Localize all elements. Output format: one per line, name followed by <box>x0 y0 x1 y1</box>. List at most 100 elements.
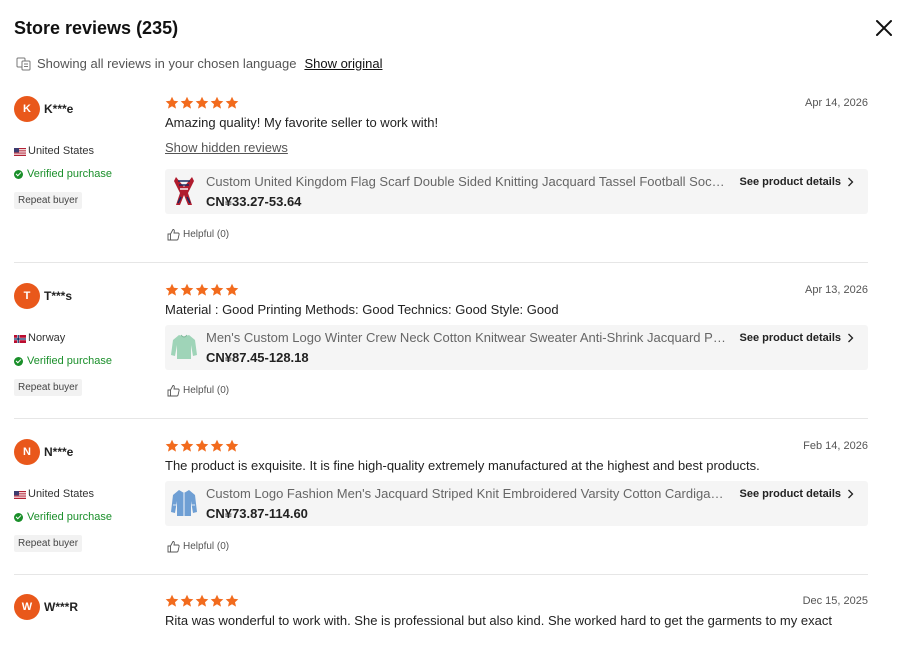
show-original-link[interactable]: Show original <box>304 56 382 71</box>
see-product-details-link[interactable]: See product details <box>740 488 854 500</box>
product-card[interactable]: Custom Logo Fashion Men's Jacquard Strip… <box>165 481 868 526</box>
helpful-button[interactable]: Helpful (0) <box>167 228 229 241</box>
helpful-label: Helpful (0) <box>183 385 230 396</box>
check-icon <box>14 512 23 522</box>
helpful-button[interactable]: Helpful (0) <box>167 384 229 397</box>
product-price: CN¥33.27-53.64 <box>206 194 302 209</box>
scarf-thumbnail <box>174 177 194 205</box>
star-rating <box>165 283 239 297</box>
us-flag-icon <box>14 490 26 499</box>
close-button[interactable] <box>874 18 894 38</box>
review-text: Amazing quality! My favorite seller to w… <box>165 115 439 130</box>
cardigan-thumbnail <box>171 490 197 516</box>
repeat-buyer-badge: Repeat buyer <box>14 379 83 396</box>
star-icon <box>195 594 209 607</box>
helpful-label: Helpful (0) <box>183 541 230 552</box>
star-icon <box>195 283 209 296</box>
review-item: N N***e United States Verified purchase … <box>14 439 868 564</box>
product-price: CN¥73.87-114.60 <box>206 506 308 521</box>
verified-purchase: Verified purchase <box>14 355 112 367</box>
see-details-label: See product details <box>739 488 841 500</box>
see-details-label: See product details <box>739 332 841 344</box>
review-text: Material : Good Printing Methods: Good T… <box>165 302 559 317</box>
star-icon <box>165 594 179 607</box>
see-product-details-link[interactable]: See product details <box>740 332 854 344</box>
check-icon <box>14 169 23 179</box>
star-icon <box>180 439 194 452</box>
show-hidden-reviews-link[interactable]: Show hidden reviews <box>165 140 288 155</box>
divider <box>14 574 868 575</box>
reviewer-country: United States <box>14 488 94 500</box>
product-card[interactable]: Custom United Kingdom Flag Scarf Double … <box>165 169 868 214</box>
star-rating <box>165 439 239 453</box>
review-text: Rita was wonderful to work with. She is … <box>165 613 832 628</box>
review-date: Feb 14, 2026 <box>803 440 868 452</box>
star-icon <box>225 96 239 109</box>
see-details-label: See product details <box>739 176 841 188</box>
header: Store reviews (235) <box>14 16 894 44</box>
see-product-details-link[interactable]: See product details <box>740 176 854 188</box>
verified-label: Verified purchase <box>27 511 112 523</box>
review-item: W W***R Dec 15, 2025 Rita was wonderful … <box>14 594 868 644</box>
avatar: N <box>14 439 40 465</box>
language-notice: Showing all reviews in your chosen langu… <box>16 54 382 72</box>
review-item: T T***s Norway Verified purchase Repeat … <box>14 283 868 408</box>
check-icon <box>14 356 23 366</box>
norway-flag-icon <box>14 334 26 343</box>
country-label: Norway <box>28 332 66 344</box>
star-icon <box>195 439 209 452</box>
chevron-right-icon <box>848 333 854 343</box>
star-icon <box>180 594 194 607</box>
helpful-button[interactable]: Helpful (0) <box>167 540 229 553</box>
star-icon <box>180 96 194 109</box>
star-icon <box>165 283 179 296</box>
avatar: K <box>14 96 40 122</box>
divider <box>14 418 868 419</box>
reviewer-name: N***e <box>44 445 74 459</box>
review-date: Dec 15, 2025 <box>802 595 868 607</box>
star-icon <box>210 439 224 452</box>
star-icon <box>165 96 179 109</box>
review-text: The product is exquisite. It is fine hig… <box>165 458 760 473</box>
country-label: United States <box>28 145 95 157</box>
verified-purchase: Verified purchase <box>14 168 112 180</box>
thumbs-up-icon <box>167 541 180 553</box>
sweater-thumbnail <box>171 334 197 359</box>
review-date: Apr 14, 2026 <box>805 97 868 109</box>
divider <box>14 262 868 263</box>
page-title: Store reviews (235) <box>14 18 179 38</box>
product-name: Custom United Kingdom Flag Scarf Double … <box>206 174 729 189</box>
star-icon <box>225 283 239 296</box>
star-icon <box>210 96 224 109</box>
star-rating <box>165 594 239 608</box>
review-date: Apr 13, 2026 <box>805 284 868 296</box>
verified-purchase: Verified purchase <box>14 511 112 523</box>
product-card[interactable]: Men's Custom Logo Winter Crew Neck Cotto… <box>165 325 868 370</box>
close-icon[interactable] <box>874 18 894 38</box>
avatar: W <box>14 594 40 620</box>
reviewer-name: T***s <box>44 289 73 303</box>
us-flag-icon <box>14 147 26 156</box>
reviewer-country: United States <box>14 145 94 157</box>
thumbs-up-icon <box>167 229 180 241</box>
star-icon <box>195 96 209 109</box>
reviewer-name: W***R <box>44 600 79 614</box>
star-icon <box>165 439 179 452</box>
star-icon <box>210 594 224 607</box>
verified-label: Verified purchase <box>27 355 112 367</box>
chevron-right-icon <box>848 489 854 499</box>
star-icon <box>180 283 194 296</box>
language-notice-text: Showing all reviews in your chosen langu… <box>37 55 297 71</box>
reviewer-country: Norway <box>14 332 65 344</box>
product-price: CN¥87.45-128.18 <box>206 350 309 365</box>
helpful-label: Helpful (0) <box>183 229 230 240</box>
avatar: T <box>14 283 40 309</box>
repeat-buyer-badge: Repeat buyer <box>14 192 83 209</box>
star-icon <box>225 594 239 607</box>
product-name: Men's Custom Logo Winter Crew Neck Cotto… <box>206 330 729 345</box>
product-name: Custom Logo Fashion Men's Jacquard Strip… <box>206 486 729 501</box>
review-item: K K***e United States Verified purchase … <box>14 96 868 256</box>
star-rating <box>165 96 239 110</box>
country-label: United States <box>28 488 95 500</box>
thumbs-up-icon <box>167 385 180 397</box>
